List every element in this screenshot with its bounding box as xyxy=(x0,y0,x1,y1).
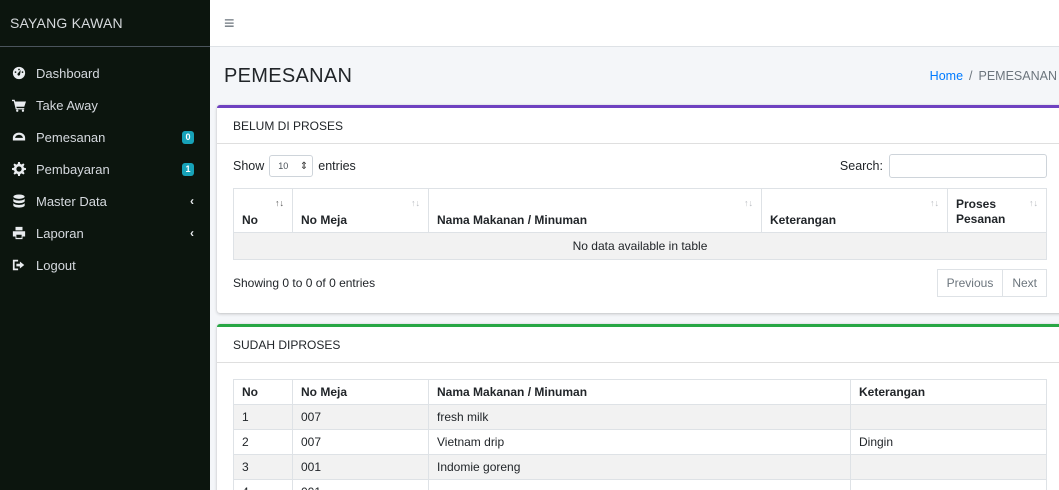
chevron-left-icon: ‹ xyxy=(190,194,194,208)
column-header-keterangan[interactable]: Keterangan ↑↓ xyxy=(761,188,948,233)
column-header-nama: Nama Makanan / Minuman xyxy=(428,379,851,405)
tachometer-icon xyxy=(12,66,26,80)
next-page-button[interactable]: Next xyxy=(1003,269,1047,297)
sign-out-icon xyxy=(12,258,26,272)
table-row: 3 001 Indomie goreng xyxy=(233,454,1047,480)
entries-select[interactable]: 10 ⇕ xyxy=(269,155,314,177)
column-header-no-meja[interactable]: No Meja ↑↓ xyxy=(292,188,429,233)
column-header-proses[interactable]: Proses Pesanan ↑↓ xyxy=(947,188,1047,233)
column-header-no[interactable]: No ↑↓ xyxy=(233,188,293,233)
column-header-no-meja: No Meja xyxy=(292,379,429,405)
cell-no-meja: 001 xyxy=(292,479,429,490)
sidebar-item-dashboard[interactable]: Dashboard xyxy=(0,57,210,89)
sidebar-item-label: Dashboard xyxy=(36,65,100,81)
search-input[interactable] xyxy=(889,154,1047,178)
cell-nama: Vietnam drip xyxy=(428,429,851,455)
cloud-icon xyxy=(12,130,26,144)
column-header-no: No xyxy=(233,379,293,405)
cell-no: 1 xyxy=(233,404,293,430)
breadcrumb-separator: / xyxy=(969,69,973,83)
pending-orders-table: No ↑↓ No Meja ↑↓ Nama Makanan / Minuman ↑↓ … xyxy=(233,188,1047,260)
table-row: 2 007 Vietnam drip Dingin xyxy=(233,429,1047,455)
sidebar-item-label: Pembayaran xyxy=(36,161,110,177)
entries-select-value: 10 xyxy=(278,161,289,171)
sidebar-item-master-data[interactable]: Master Data ‹ xyxy=(0,185,210,217)
breadcrumb: Home / PEMESANAN xyxy=(930,69,1059,83)
table-row: 4 001 xyxy=(233,479,1047,490)
sidebar-item-pemesanan[interactable]: Pemesanan 0 xyxy=(0,121,210,153)
sort-asc-icon: ↑↓ xyxy=(275,198,284,208)
sort-icon: ↑↓ xyxy=(411,198,420,208)
cell-keterangan: Dingin xyxy=(850,429,1047,455)
cell-no: 2 xyxy=(233,429,293,455)
breadcrumb-home-link[interactable]: Home xyxy=(930,69,963,83)
sort-icon: ↑↓ xyxy=(1029,198,1038,208)
search-control: Search: xyxy=(840,154,1047,178)
pemesanan-count-badge: 0 xyxy=(182,130,194,144)
cart-icon xyxy=(12,98,26,112)
column-label: No Meja xyxy=(301,213,348,227)
sidebar-item-label: Take Away xyxy=(36,97,98,113)
sidebar-item-label: Pemesanan xyxy=(36,129,106,145)
pagination: Previous Next xyxy=(936,269,1047,297)
sort-icon: ↑↓ xyxy=(930,198,939,208)
cell-nama: fresh milk xyxy=(428,404,851,430)
show-label: Show xyxy=(233,159,265,173)
cell-no: 3 xyxy=(233,454,293,480)
sidebar-item-label: Master Data xyxy=(36,193,107,209)
column-header-nama[interactable]: Nama Makanan / Minuman ↑↓ xyxy=(428,188,762,233)
sidebar-item-label: Laporan xyxy=(36,225,84,241)
sidebar-item-label: Logout xyxy=(36,257,76,273)
cell-keterangan xyxy=(850,404,1047,430)
cell-keterangan xyxy=(850,454,1047,480)
pembayaran-count-badge: 1 xyxy=(182,162,194,176)
gear-icon xyxy=(12,162,26,176)
previous-page-button[interactable]: Previous xyxy=(936,269,1004,297)
page-title: PEMESANAN xyxy=(224,64,353,87)
entries-length-control: Show 10 ⇕ entries xyxy=(233,155,356,177)
cell-nama xyxy=(428,479,851,490)
table-row: 1 007 fresh milk xyxy=(233,404,1047,430)
cell-no-meja: 001 xyxy=(292,454,429,480)
search-label: Search: xyxy=(839,159,883,173)
menu-toggle-icon[interactable]: ≡ xyxy=(224,14,235,32)
card-title: BELUM DI PROSES xyxy=(217,108,1059,144)
table-info: Showing 0 to 0 of 0 entries xyxy=(233,276,376,290)
content-header: PEMESANAN Home / PEMESANAN xyxy=(210,47,1059,105)
column-label: Proses Pesanan xyxy=(956,197,1006,226)
sidebar-item-laporan[interactable]: Laporan ‹ xyxy=(0,217,210,249)
sidebar-nav: Dashboard Take Away Pemesanan 0 Pembayar… xyxy=(0,47,210,281)
processed-orders-card: SUDAH DIPROSES No No Meja Nama Makanan /… xyxy=(217,324,1059,490)
select-arrows-icon: ⇕ xyxy=(299,160,309,172)
sidebar-item-logout[interactable]: Logout xyxy=(0,249,210,281)
brand-link[interactable]: SAYANG KAWAN xyxy=(0,0,210,47)
entries-label: entries xyxy=(318,159,356,173)
printer-icon xyxy=(12,226,26,240)
cell-keterangan xyxy=(850,479,1047,490)
sort-icon: ↑↓ xyxy=(744,198,753,208)
sidebar-item-pembayaran[interactable]: Pembayaran 1 xyxy=(0,153,210,185)
chevron-left-icon: ‹ xyxy=(190,226,194,240)
cell-no-meja: 007 xyxy=(292,429,429,455)
database-icon xyxy=(12,194,26,208)
processed-orders-table: No No Meja Nama Makanan / Minuman Ketera… xyxy=(233,379,1047,490)
pending-orders-card: BELUM DI PROSES Show 10 ⇕ entries Search… xyxy=(217,105,1059,313)
cell-no: 4 xyxy=(233,479,293,490)
breadcrumb-current: PEMESANAN xyxy=(978,69,1058,83)
card-title: SUDAH DIPROSES xyxy=(217,327,1059,363)
column-label: No xyxy=(242,213,258,227)
sidebar: SAYANG KAWAN Dashboard Take Away Pemesan… xyxy=(0,0,210,490)
cell-no-meja: 007 xyxy=(292,404,429,430)
sidebar-item-take-away[interactable]: Take Away xyxy=(0,89,210,121)
empty-table-message: No data available in table xyxy=(233,232,1047,260)
column-header-keterangan: Keterangan xyxy=(850,379,1047,405)
column-label: Keterangan xyxy=(770,213,837,227)
top-navbar: ≡ xyxy=(210,0,1059,47)
column-label: Nama Makanan / Minuman xyxy=(437,213,588,227)
cell-nama: Indomie goreng xyxy=(428,454,851,480)
